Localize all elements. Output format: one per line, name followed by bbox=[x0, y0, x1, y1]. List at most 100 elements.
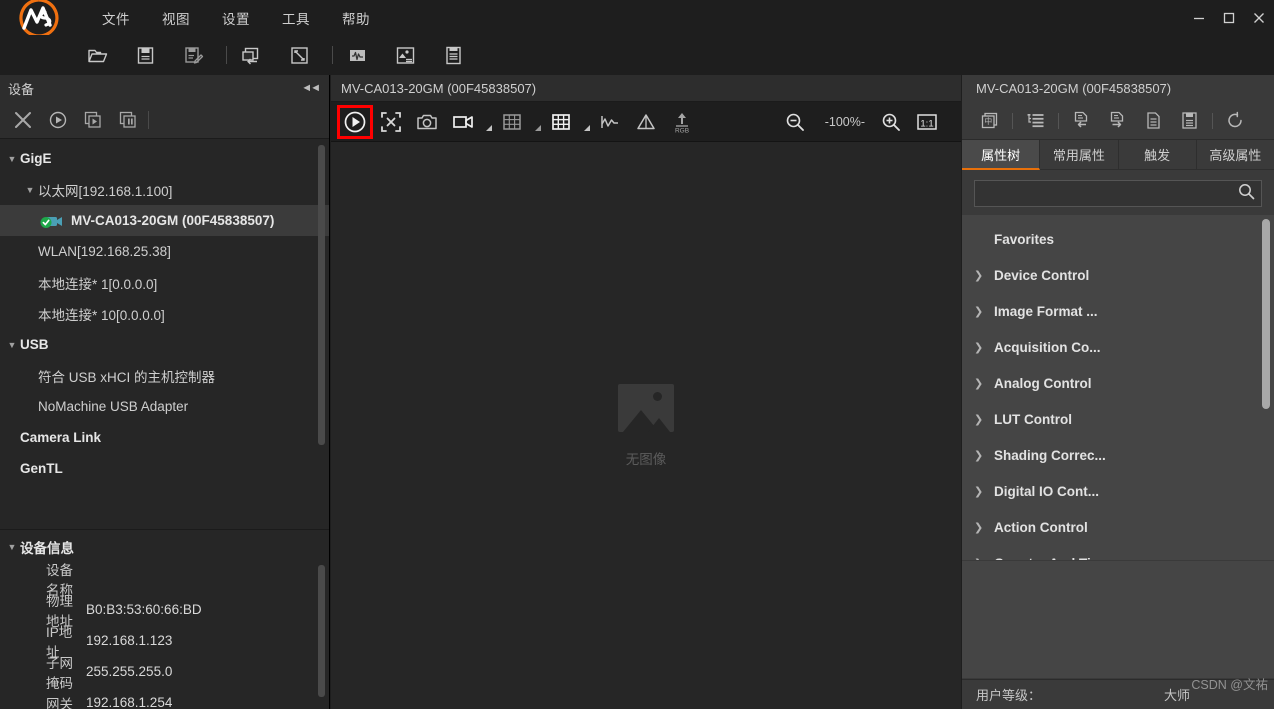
tree-node-local-1[interactable]: 本地连接* 1[0.0.0.0] bbox=[0, 267, 329, 298]
tab-common-properties[interactable]: 常用属性 bbox=[1040, 140, 1119, 170]
property-group-digital-io-control[interactable]: ❯ Digital IO Cont... bbox=[962, 473, 1274, 509]
save-features-button[interactable] bbox=[1174, 107, 1205, 135]
import-features-button[interactable] bbox=[1066, 107, 1097, 135]
tree-node-nomachine-usb[interactable]: NoMachine USB Adapter bbox=[0, 391, 329, 422]
menu-view[interactable]: 视图 bbox=[146, 3, 206, 33]
chevron-down-icon[interactable]: ▼ bbox=[4, 154, 20, 164]
panel-layout-button[interactable]: 中 bbox=[974, 107, 1005, 135]
image-viewport[interactable]: 无图像 bbox=[331, 142, 961, 709]
record-dropdown-icon[interactable] bbox=[483, 107, 493, 137]
tree-node-local-10[interactable]: 本地连接* 10[0.0.0.0] bbox=[0, 298, 329, 329]
batch-start-button[interactable] bbox=[78, 106, 108, 134]
import-config-button[interactable] bbox=[236, 40, 267, 70]
start-all-button[interactable] bbox=[43, 106, 73, 134]
menu-help[interactable]: 帮助 bbox=[326, 3, 386, 33]
no-image-label: 无图像 bbox=[625, 451, 667, 467]
grid-dropdown-icon[interactable] bbox=[581, 107, 591, 137]
tree-node-usb[interactable]: ▼ USB bbox=[0, 329, 329, 360]
chevron-right-icon[interactable]: ❯ bbox=[974, 521, 994, 534]
tree-node-label: 本地连接* 10[0.0.0.0] bbox=[38, 307, 165, 323]
device-info-scrollbar[interactable] bbox=[318, 565, 325, 697]
property-group-shading-correction[interactable]: ❯ Shading Correc... bbox=[962, 437, 1274, 473]
tab-trigger[interactable]: 触发 bbox=[1118, 140, 1197, 170]
tab-property-tree[interactable]: 属性树 bbox=[962, 140, 1041, 170]
tree-node-gige[interactable]: ▼ GigE bbox=[0, 143, 329, 174]
zoom-out-button[interactable] bbox=[779, 107, 811, 137]
rgb-button[interactable]: RGB bbox=[666, 107, 698, 137]
crosshair-dropdown-icon[interactable] bbox=[532, 107, 542, 137]
image-view-panel: MV-CA013-20GM (00F45838507) RGB -100%- 1… bbox=[331, 75, 961, 709]
search-input[interactable] bbox=[981, 186, 1238, 201]
tree-node-label: 本地连接* 1[0.0.0.0] bbox=[38, 276, 158, 292]
batch-stop-button[interactable] bbox=[113, 106, 143, 134]
maximize-button[interactable] bbox=[1214, 0, 1244, 35]
close-button[interactable] bbox=[1244, 0, 1274, 35]
property-group-counter-and-timer[interactable]: ❯ Counter And Ti... bbox=[962, 545, 1274, 561]
start-acquisition-button[interactable] bbox=[337, 104, 373, 139]
export-features-button[interactable] bbox=[1102, 107, 1133, 135]
menu-file[interactable]: 文件 bbox=[86, 3, 146, 33]
minimize-button[interactable] bbox=[1184, 0, 1214, 35]
device-tree: ▼ GigE ▼ 以太网[192.168.1.100] MV-CA013-20G… bbox=[0, 139, 329, 529]
title-bar: 文件 视图 设置 工具 帮助 bbox=[0, 0, 1274, 38]
property-group-lut-control[interactable]: ❯ LUT Control bbox=[962, 401, 1274, 437]
grid-button[interactable] bbox=[545, 107, 577, 137]
chevron-right-icon[interactable]: ❯ bbox=[974, 485, 994, 498]
save-as-button[interactable] bbox=[178, 40, 209, 70]
tree-node-gentl[interactable]: GenTL bbox=[0, 453, 329, 484]
log-button[interactable] bbox=[438, 40, 469, 70]
record-video-button[interactable] bbox=[447, 107, 479, 137]
property-group-label: Favorites bbox=[994, 231, 1055, 247]
svg-text:RGB: RGB bbox=[675, 127, 689, 134]
fit-to-window-button[interactable] bbox=[375, 107, 407, 137]
expand-collapse-button[interactable] bbox=[1020, 107, 1051, 135]
chevron-right-icon[interactable]: ❯ bbox=[974, 269, 994, 282]
snapshot-button[interactable] bbox=[411, 107, 443, 137]
pixel-line-button[interactable] bbox=[594, 107, 626, 137]
property-group-favorites[interactable]: Favorites bbox=[962, 221, 1274, 257]
collapse-panel-icon[interactable]: ◄◄ bbox=[301, 82, 323, 94]
tab-advanced-properties[interactable]: 高级属性 bbox=[1196, 140, 1274, 170]
crosshair-button[interactable] bbox=[496, 107, 528, 137]
chevron-down-icon[interactable]: ▼ bbox=[22, 185, 38, 195]
chevron-right-icon[interactable]: ❯ bbox=[974, 341, 994, 354]
tree-node-usb-xhci[interactable]: 符合 USB xHCI 的主机控制器 bbox=[0, 360, 329, 391]
histogram-button[interactable] bbox=[630, 107, 662, 137]
image-list-button[interactable] bbox=[390, 40, 421, 70]
refresh-button[interactable] bbox=[1220, 107, 1251, 135]
property-list-scrollbar[interactable] bbox=[1262, 219, 1270, 409]
feature-search-box[interactable] bbox=[974, 180, 1262, 207]
chevron-down-icon[interactable]: ▼ bbox=[4, 542, 20, 552]
chevron-right-icon[interactable]: ❯ bbox=[974, 377, 994, 390]
chevron-right-icon[interactable]: ❯ bbox=[974, 305, 994, 318]
chevron-right-icon[interactable]: ❯ bbox=[974, 413, 994, 426]
actual-size-button[interactable]: 1:1 bbox=[911, 107, 943, 137]
property-group-image-format[interactable]: ❯ Image Format ... bbox=[962, 293, 1274, 329]
search-icon[interactable] bbox=[1238, 183, 1255, 205]
property-group-label: LUT Control bbox=[994, 411, 1072, 427]
tree-node-wlan[interactable]: WLAN[192.168.25.38] bbox=[0, 236, 329, 267]
load-file-button[interactable] bbox=[1138, 107, 1169, 135]
menu-settings[interactable]: 设置 bbox=[206, 3, 266, 33]
menu-tools[interactable]: 工具 bbox=[266, 3, 326, 33]
scan-devices-button[interactable] bbox=[8, 106, 38, 134]
chevron-down-icon[interactable]: ▼ bbox=[4, 340, 20, 350]
property-group-acquisition-control[interactable]: ❯ Acquisition Co... bbox=[962, 329, 1274, 365]
device-tree-scrollbar[interactable] bbox=[318, 145, 325, 445]
tree-node-camera-link[interactable]: Camera Link bbox=[0, 422, 329, 453]
save-button[interactable] bbox=[130, 40, 161, 70]
chevron-right-icon[interactable]: ❯ bbox=[974, 557, 994, 561]
tree-node-camera-device[interactable]: MV-CA013-20GM (00F45838507) bbox=[0, 205, 329, 236]
property-group-device-control[interactable]: ❯ Device Control bbox=[962, 257, 1274, 293]
tree-node-ethernet[interactable]: ▼ 以太网[192.168.1.100] bbox=[0, 174, 329, 205]
zoom-in-button[interactable] bbox=[875, 107, 907, 137]
property-group-action-control[interactable]: ❯ Action Control bbox=[962, 509, 1274, 545]
image-view-title: MV-CA013-20GM (00F45838507) bbox=[331, 75, 961, 102]
tab-label: 属性树 bbox=[981, 147, 1021, 163]
property-group-analog-control[interactable]: ❯ Analog Control bbox=[962, 365, 1274, 401]
chevron-right-icon[interactable]: ❯ bbox=[974, 449, 994, 462]
feature-toolbar-separator-2 bbox=[1058, 112, 1059, 129]
export-config-button[interactable] bbox=[284, 40, 315, 70]
open-file-button[interactable] bbox=[82, 40, 113, 70]
recorder-button[interactable] bbox=[342, 40, 373, 70]
